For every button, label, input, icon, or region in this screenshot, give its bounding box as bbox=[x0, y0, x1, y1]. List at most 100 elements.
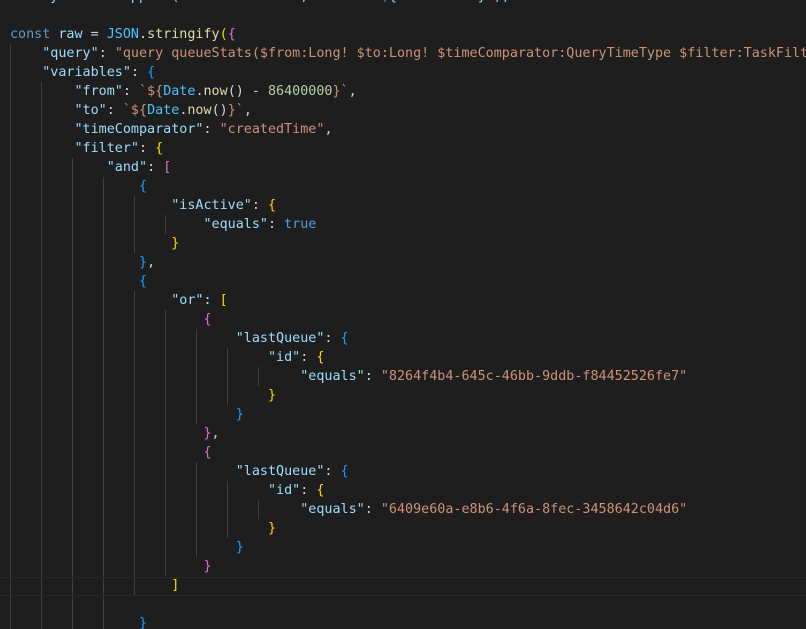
code-line[interactable]: myHeaders.append("Authorization", "Beare… bbox=[10, 0, 510, 6]
code-token: , bbox=[348, 84, 357, 99]
code-token: { bbox=[147, 65, 156, 80]
code-token: : bbox=[300, 483, 317, 498]
code-line[interactable]: "equals": "6409e60a-e8b6-4f6a-8fec-34586… bbox=[10, 500, 687, 519]
code-token: 86400000 bbox=[268, 84, 333, 99]
code-token: "from" bbox=[74, 84, 123, 99]
code-line[interactable]: } bbox=[10, 614, 147, 629]
code-token: { bbox=[227, 27, 236, 42]
code-token: : bbox=[147, 160, 164, 175]
code-token: ( bbox=[219, 27, 228, 42]
code-line[interactable]: "lastQueue": { bbox=[10, 462, 349, 481]
code-token: { bbox=[155, 141, 164, 156]
code-token: "query" bbox=[42, 46, 99, 61]
code-token: "lastQueue" bbox=[235, 331, 325, 346]
code-line[interactable]: "and": [ bbox=[10, 158, 172, 177]
code-token: "lastQueue" bbox=[235, 464, 325, 479]
code-token: , bbox=[147, 255, 156, 270]
code-token: "to" bbox=[74, 103, 107, 118]
code-token: = bbox=[82, 27, 107, 42]
code-token: , bbox=[243, 103, 252, 118]
code-token: [ bbox=[219, 293, 228, 308]
code-token: `${ bbox=[122, 103, 148, 118]
code-line[interactable]: } bbox=[10, 519, 276, 538]
code-line[interactable]: "query": "query queueStats($from:Long! $… bbox=[10, 44, 806, 63]
code-token: { bbox=[316, 483, 325, 498]
code-token: { bbox=[139, 274, 148, 289]
code-editor[interactable]: myHeaders.append("Authorization", "Beare… bbox=[0, 0, 806, 629]
code-token: : bbox=[203, 122, 220, 137]
code-line[interactable]: const raw = JSON.stringify({ bbox=[10, 25, 236, 44]
code-line[interactable]: { bbox=[10, 310, 211, 329]
code-token: } bbox=[203, 426, 212, 441]
code-line[interactable]: "timeComparator": "createdTime", bbox=[10, 120, 333, 139]
code-token: : bbox=[364, 369, 381, 384]
code-line[interactable]: }, bbox=[10, 424, 219, 443]
code-token: { bbox=[340, 464, 349, 479]
code-token: myHeaders.append("Authorization", "Beare… bbox=[10, 0, 510, 4]
code-token: () - bbox=[227, 84, 268, 99]
code-line[interactable]: ] bbox=[10, 576, 179, 595]
code-line[interactable]: } bbox=[10, 234, 179, 253]
code-line[interactable]: "lastQueue": { bbox=[10, 329, 349, 348]
code-token: : bbox=[139, 141, 156, 156]
code-token: : bbox=[251, 198, 268, 213]
code-token: { bbox=[268, 198, 277, 213]
code-line[interactable]: "to": `${Date.now()}`, bbox=[10, 101, 252, 120]
code-line[interactable]: } bbox=[10, 405, 244, 424]
code-token: : bbox=[324, 464, 341, 479]
code-line[interactable]: { bbox=[10, 177, 147, 196]
code-token: }` bbox=[332, 84, 349, 99]
code-token: } bbox=[267, 388, 277, 403]
code-token: : bbox=[106, 103, 123, 118]
code-line[interactable]: } bbox=[10, 538, 244, 557]
code-token: , bbox=[324, 122, 333, 137]
code-token: "6409e60a-e8b6-4f6a-8fec-3458642c04d6" bbox=[380, 502, 688, 517]
code-line[interactable]: "filter": { bbox=[10, 139, 164, 158]
code-token: "id" bbox=[267, 483, 301, 498]
code-token: ] bbox=[171, 578, 180, 593]
code-token: Date bbox=[147, 103, 180, 118]
code-line[interactable]: "equals": true bbox=[10, 215, 316, 234]
code-token: "equals" bbox=[203, 217, 268, 232]
code-line[interactable]: "or": [ bbox=[10, 291, 228, 310]
code-line[interactable]: "id": { bbox=[10, 481, 324, 500]
code-token: : bbox=[324, 331, 341, 346]
code-line[interactable]: "from": `${Date.now() - 86400000}`, bbox=[10, 82, 357, 101]
code-line[interactable]: } bbox=[10, 386, 276, 405]
code-token: : bbox=[98, 46, 115, 61]
code-line[interactable]: }, bbox=[10, 253, 155, 272]
code-line[interactable]: "id": { bbox=[10, 348, 324, 367]
code-token: } bbox=[235, 407, 244, 422]
code-token: . bbox=[195, 84, 204, 99]
code-line[interactable]: "variables": { bbox=[10, 63, 155, 82]
code-token: () bbox=[211, 103, 228, 118]
code-token: { bbox=[340, 331, 349, 346]
code-line[interactable]: } bbox=[10, 557, 212, 576]
code-line[interactable]: { bbox=[10, 443, 211, 462]
code-line[interactable]: "equals": "8264f4b4-645c-46bb-9ddb-f8445… bbox=[10, 367, 687, 386]
code-line[interactable]: "isActive": { bbox=[10, 196, 276, 215]
code-token: "isActive" bbox=[171, 198, 252, 213]
code-line[interactable]: { bbox=[10, 272, 147, 291]
code-token: } bbox=[203, 559, 212, 574]
code-token: } bbox=[139, 616, 148, 629]
